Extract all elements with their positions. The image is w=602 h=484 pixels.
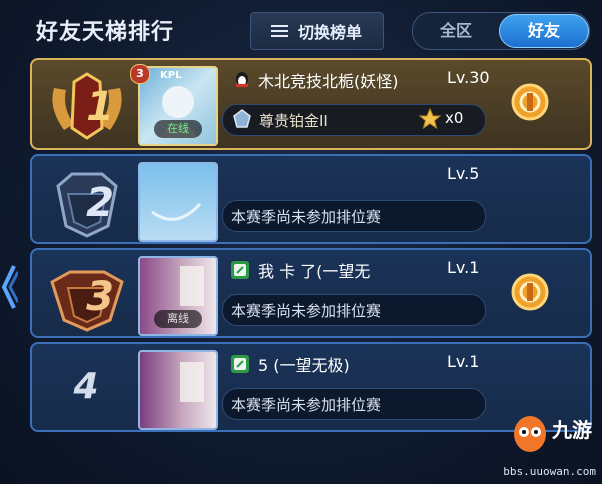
season-status-text: 本赛季尚未参加排位赛 [231, 396, 382, 414]
star-count: x0 [445, 109, 464, 127]
header: 好友天梯排行 切换榜单 全区 好友 [0, 0, 602, 58]
player-level: Lv.30 [447, 68, 490, 87]
rank-number: 4 [73, 366, 99, 407]
ranking-row-3[interactable]: 3 离线 我 卡 了(一望无 Lv.1 本赛季尚未参加排位赛 [30, 248, 592, 338]
season-status-text: 本赛季尚未参加排位赛 [231, 208, 382, 226]
tab-all-server[interactable]: 全区 [413, 13, 499, 49]
player-avatar[interactable]: 离线 [138, 256, 218, 336]
rank-number: 1 [86, 84, 114, 130]
platinum-tier-icon [233, 109, 251, 128]
player-level: Lv.1 [447, 352, 480, 371]
level-badge: 3 [130, 64, 150, 84]
player-avatar[interactable]: KPL 在线 [138, 66, 218, 146]
player-level: Lv.1 [447, 258, 480, 277]
player-name: 我 卡 了(一望无 [258, 262, 371, 281]
send-gift-icon[interactable] [510, 272, 550, 312]
player-avatar[interactable] [138, 350, 218, 430]
tab-friends[interactable]: 好友 [499, 14, 589, 48]
player-avatar[interactable] [138, 162, 218, 242]
ranking-row-1[interactable]: 1 KPL 在线 3 木北竞技北栀(妖怪) Lv.30 尊贵铂金II x0 [30, 58, 592, 150]
rank-info-bar: 尊贵铂金II x0 [222, 104, 486, 136]
avatar-room-icon [180, 362, 204, 402]
player-name: 5 (一望无极) [258, 356, 350, 375]
rank-info-bar: 本赛季尚未参加排位赛 [222, 200, 486, 232]
avatar-sky-icon [151, 202, 202, 221]
scope-tabs: 全区 好友 [412, 12, 590, 50]
online-status-badge: 在线 [154, 120, 202, 138]
send-gift-icon[interactable] [510, 82, 550, 122]
ranking-row-2[interactable]: 2 Lv.5 本赛季尚未参加排位赛 [30, 154, 592, 244]
switch-list-label: 切换榜单 [297, 23, 362, 42]
jiuyou-logo: 九游 [510, 408, 596, 464]
rank-number: 3 [86, 274, 114, 320]
switch-list-button[interactable]: 切换榜单 [250, 12, 384, 50]
qq-penguin-icon [236, 72, 248, 87]
offline-status-badge: 离线 [154, 310, 202, 328]
rank-info-bar: 本赛季尚未参加排位赛 [222, 388, 486, 420]
rank-number: 2 [86, 180, 114, 226]
kpl-tag: KPL [160, 70, 182, 81]
player-level: Lv.5 [447, 164, 480, 183]
mascot-icon [514, 416, 546, 452]
wechat-icon [231, 355, 249, 373]
player-name: 木北竞技北栀(妖怪) [258, 72, 399, 91]
watermark-url: bbs.uuowan.com [503, 465, 596, 478]
brand-text: 九游 [552, 418, 592, 442]
tier-name: 尊贵铂金II [259, 112, 328, 130]
list-icon [270, 24, 288, 38]
collapse-arrow-icon[interactable] [0, 262, 18, 312]
page-title: 好友天梯排行 [36, 20, 175, 45]
star-icon [419, 108, 441, 130]
ranking-row-4[interactable]: 4 5 (一望无极) Lv.1 本赛季尚未参加排位赛 [30, 342, 592, 432]
rank-info-bar: 本赛季尚未参加排位赛 [222, 294, 486, 326]
season-status-text: 本赛季尚未参加排位赛 [231, 302, 382, 320]
wechat-icon [231, 261, 249, 279]
